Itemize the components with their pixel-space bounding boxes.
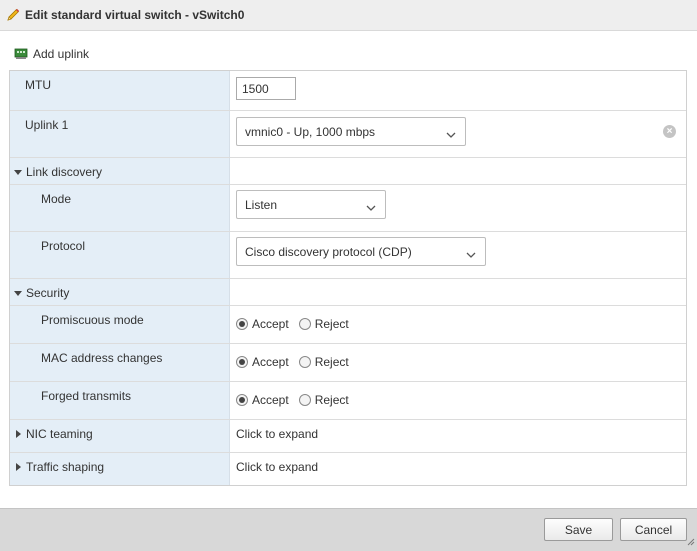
mtu-input[interactable] <box>236 77 296 100</box>
nic-teaming-section[interactable]: NIC teaming Click to expand <box>10 420 686 453</box>
uplink1-selected-value: vmnic0 - Up, 1000 mbps <box>245 124 376 139</box>
security-label: Security <box>26 286 70 300</box>
mode-selected-value: Listen <box>245 197 278 212</box>
accept-label[interactable]: Accept <box>252 355 289 369</box>
accept-label[interactable]: Accept <box>252 393 289 407</box>
promiscuous-label: Promiscuous mode <box>41 313 144 327</box>
traffic-shaping-section[interactable]: Traffic shaping Click to expand <box>10 453 686 485</box>
forged-reject-radio[interactable] <box>298 394 311 406</box>
mode-row: Mode Listen <box>10 185 686 232</box>
forged-label: Forged transmits <box>41 389 132 403</box>
promiscuous-row: Promiscuous mode Accept Reject <box>10 306 686 344</box>
security-toggle[interactable]: Security <box>14 286 69 300</box>
nic-teaming-toggle[interactable]: NIC teaming <box>14 427 93 441</box>
dialog-title: Edit standard virtual switch - vSwitch0 <box>25 8 245 22</box>
mac-changes-accept-radio[interactable] <box>236 356 248 368</box>
promiscuous-accept-radio[interactable] <box>236 318 248 330</box>
promiscuous-radio-group: Accept Reject <box>236 317 359 331</box>
traffic-shaping-toggle[interactable]: Traffic shaping <box>14 460 104 474</box>
protocol-selected-value: Cisco discovery protocol (CDP) <box>245 244 412 259</box>
mac-changes-reject-radio[interactable] <box>298 356 311 368</box>
mtu-row: MTU <box>10 71 686 111</box>
remove-uplink-icon[interactable]: × <box>663 125 676 138</box>
promiscuous-reject-radio[interactable] <box>298 318 311 330</box>
traffic-shaping-label: Traffic shaping <box>26 460 105 474</box>
uplink1-label: Uplink 1 <box>25 118 69 132</box>
reject-label[interactable]: Reject <box>315 317 349 331</box>
forged-radio-group: Accept Reject <box>236 393 359 407</box>
uplink1-select[interactable]: vmnic0 - Up, 1000 mbps <box>236 117 466 146</box>
security-section[interactable]: Security <box>10 279 686 306</box>
reject-label[interactable]: Reject <box>315 393 349 407</box>
mac-changes-radio-group: Accept Reject <box>236 355 359 369</box>
protocol-row: Protocol Cisco discovery protocol (CDP) <box>10 232 686 279</box>
switch-properties-grid: MTU Uplink 1 vmnic0 - Up, 1000 mbps × Li… <box>9 70 687 486</box>
resize-grip-icon[interactable] <box>687 535 695 549</box>
traffic-shaping-expand-link[interactable]: Click to expand <box>236 460 318 474</box>
add-uplink-button[interactable]: Add uplink <box>14 45 89 63</box>
cancel-button[interactable]: Cancel <box>620 518 687 541</box>
mode-label: Mode <box>41 192 72 206</box>
add-uplink-label: Add uplink <box>33 47 90 61</box>
mac-changes-label: MAC address changes <box>41 351 163 365</box>
accept-label[interactable]: Accept <box>252 317 289 331</box>
link-discovery-label: Link discovery <box>26 165 103 179</box>
forged-row: Forged transmits Accept Reject <box>10 382 686 420</box>
chevron-down-icon <box>466 248 476 262</box>
mode-select[interactable]: Listen <box>236 190 386 219</box>
dialog-titlebar: Edit standard virtual switch - vSwitch0 <box>0 0 697 31</box>
save-button[interactable]: Save <box>544 518 613 541</box>
network-card-add-icon <box>14 47 29 61</box>
link-discovery-section[interactable]: Link discovery <box>10 158 686 185</box>
mtu-label: MTU <box>25 78 51 92</box>
nic-teaming-label: NIC teaming <box>26 427 93 441</box>
caret-down-icon <box>14 290 22 296</box>
chevron-down-icon <box>366 201 376 215</box>
caret-right-icon <box>16 430 21 438</box>
forged-accept-radio[interactable] <box>236 394 248 406</box>
caret-right-icon <box>16 463 21 471</box>
pencil-icon <box>5 7 21 23</box>
dialog-footer: Save Cancel <box>0 508 697 551</box>
protocol-label: Protocol <box>41 239 86 253</box>
link-discovery-toggle[interactable]: Link discovery <box>14 165 102 179</box>
reject-label[interactable]: Reject <box>315 355 349 369</box>
mac-changes-row: MAC address changes Accept Reject <box>10 344 686 382</box>
caret-down-icon <box>14 169 22 175</box>
uplink1-row: Uplink 1 vmnic0 - Up, 1000 mbps × <box>10 111 686 158</box>
chevron-down-icon <box>446 128 456 142</box>
nic-teaming-expand-link[interactable]: Click to expand <box>236 427 318 441</box>
protocol-select[interactable]: Cisco discovery protocol (CDP) <box>236 237 486 266</box>
